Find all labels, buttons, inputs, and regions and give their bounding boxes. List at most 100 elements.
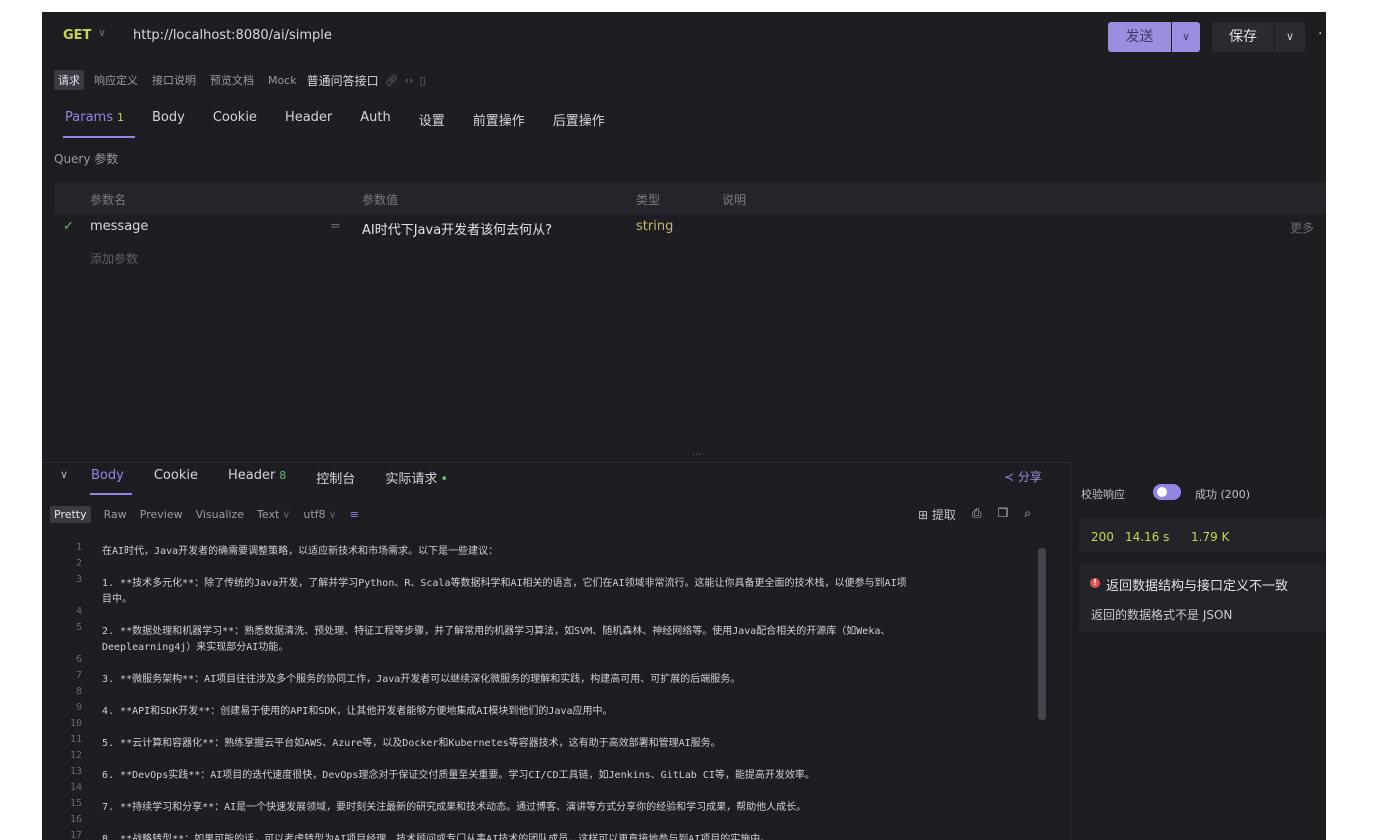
doc-tab-preview-doc[interactable]: 预览文档 <box>206 70 258 90</box>
code-line: 9 4. **API和SDK开发**：创建易于使用的API和SDK，让其他开发者能… <box>54 702 613 718</box>
line-number: 8 <box>75 686 82 697</box>
send-options-chevron-icon[interactable]: ∨ <box>1172 22 1200 52</box>
tab-cookie[interactable]: Cookie <box>213 110 257 129</box>
word-wrap-icon[interactable]: ≡ <box>350 508 359 521</box>
params-table-header: 参数名 参数值 类型 说明 <box>54 182 1326 214</box>
param-value-field[interactable]: AI时代下Java开发者该何去何从? <box>362 219 552 238</box>
code-line: 16 <box>54 814 102 830</box>
tab-header[interactable]: Header <box>285 110 332 129</box>
response-time: 14.16 s <box>1125 530 1170 544</box>
save-button[interactable]: 保存 <box>1212 22 1274 52</box>
toggle-knob <box>1157 487 1167 497</box>
error-icon: ! <box>1090 578 1100 588</box>
line-number: 15 <box>69 798 82 809</box>
param-type-select[interactable]: string <box>636 219 673 234</box>
format-type-select[interactable]: Text ∨ <box>257 508 290 521</box>
code-line: 17 8. **战略转型**：如果可能的话，可以考虑转型为AI项目经理、技术顾问或… <box>54 830 770 840</box>
response-actions: ⊞ 提取 ⎙ ❐ ⌕ <box>918 506 1031 523</box>
code-line: 4 <box>54 606 102 622</box>
resp-tab-header-label: Header <box>227 468 276 483</box>
status-code: 200 <box>1091 530 1114 544</box>
panel-icon[interactable]: ▯ <box>419 74 425 87</box>
extract-button[interactable]: ⊞ 提取 <box>918 506 956 523</box>
search-icon[interactable]: ⌕ <box>1024 506 1031 523</box>
table-row: ✓ message = AI时代下Java开发者该何去何从? string 更多 <box>54 214 1326 242</box>
tab-auth[interactable]: Auth <box>360 110 390 129</box>
col-param-desc: 说明 <box>722 193 747 207</box>
tab-params-label: Params <box>65 110 113 125</box>
resp-tab-console[interactable]: 控制台 <box>316 468 355 487</box>
error-title: 返回数据结构与接口定义不一致 <box>1106 579 1289 594</box>
response-body-viewer[interactable]: 1 在AI时代，Java开发者的确需要调整策略，以适应新技术和市场需求。以下是一些… <box>54 536 1046 840</box>
format-visualize[interactable]: Visualize <box>196 508 244 521</box>
doc-tab-mock[interactable]: Mock <box>264 72 301 89</box>
code-line: 7 3. **微服务架构**：AI项目往往涉及多个服务的协同工作，Java开发者可… <box>54 670 740 686</box>
url-input[interactable]: http://localhost:8080/ai/simple <box>133 28 332 43</box>
line-number <box>54 638 82 654</box>
encoding-select[interactable]: utf8 ∨ <box>303 508 336 521</box>
code-line: Deeplearning4j）来实现部分AI功能。 <box>54 638 288 654</box>
save-options-chevron-icon[interactable]: ∨ <box>1275 22 1305 52</box>
active-tab-indicator <box>63 136 135 138</box>
doc-tab-response-def[interactable]: 响应定义 <box>90 70 142 90</box>
line-text: 在AI时代，Java开发者的确需要调整策略，以适应新技术和市场需求。以下是一些建… <box>102 546 499 557</box>
format-raw[interactable]: Raw <box>104 508 127 521</box>
method-select[interactable]: GET <box>63 28 91 43</box>
resp-tab-body[interactable]: Body <box>91 468 124 487</box>
validation-panel: 校验响应 成功 (200) 200 14.16 s 1.79 K ! 返回数据结… <box>1070 462 1326 840</box>
line-text: 8. **战略转型**：如果可能的话，可以考虑转型为AI项目经理、技术顾问或专门… <box>102 834 771 840</box>
copy-icon[interactable]: ❐ <box>998 506 1009 523</box>
chevron-down-icon[interactable]: ∨ <box>98 26 106 39</box>
save-response-icon[interactable]: ⎙ <box>972 506 982 523</box>
add-param-input[interactable]: 添加参数 <box>90 250 138 267</box>
doc-tab-request[interactable]: 请求 <box>54 70 84 90</box>
tab-body[interactable]: Body <box>152 110 185 129</box>
code-line: 6 <box>54 654 102 670</box>
link-icon[interactable]: 🔗︎ <box>385 74 399 87</box>
format-type-label: Text <box>257 508 280 521</box>
doc-tab-api-desc[interactable]: 接口说明 <box>148 70 200 90</box>
validation-error-box: ! 返回数据结构与接口定义不一致 返回的数据格式不是 JSON <box>1079 564 1326 632</box>
share-icon: ≺ <box>1004 470 1018 484</box>
line-text: 2. **数据处理和机器学习**：熟悉数据清洗、预处理、特征工程等步骤，并了解常… <box>102 626 891 637</box>
checkbox-checked-icon[interactable]: ✓ <box>63 219 74 234</box>
error-description: 返回的数据格式不是 JSON <box>1091 608 1233 622</box>
resp-tab-header[interactable]: Header 8 <box>228 468 286 487</box>
tab-pre-actions[interactable]: 前置操作 <box>473 110 525 129</box>
format-preview[interactable]: Preview <box>140 508 183 521</box>
param-more-link[interactable]: 更多 <box>1290 219 1314 236</box>
line-number: 16 <box>69 814 82 825</box>
params-count-badge: 1 <box>116 111 124 124</box>
tab-params[interactable]: Params 1 <box>65 110 124 129</box>
header-count-badge: 8 <box>279 469 287 482</box>
code-line: 1 在AI时代，Java开发者的确需要调整策略，以适应新技术和市场需求。以下是一些… <box>54 542 498 558</box>
more-icon[interactable]: · <box>1318 26 1322 42</box>
line-number: 1 <box>75 542 82 553</box>
send-button[interactable]: 发送 <box>1108 22 1171 52</box>
resp-tab-cookie[interactable]: Cookie <box>154 468 198 487</box>
scrollbar[interactable] <box>1038 548 1046 720</box>
response-size: 1.79 K <box>1191 530 1230 544</box>
code-icon[interactable]: ‹› <box>405 74 414 87</box>
resp-tab-actual-request[interactable]: 实际请求 • <box>385 468 448 487</box>
code-line: 12 <box>54 750 102 766</box>
active-resp-tab-indicator <box>90 493 132 495</box>
verify-response-label: 校验响应 <box>1081 488 1125 501</box>
line-number: 6 <box>75 654 82 665</box>
line-number: 4 <box>75 606 82 617</box>
drag-handle-icon[interactable]: ··· <box>692 450 702 461</box>
verify-result-select[interactable]: 成功 (200) <box>1195 486 1250 502</box>
code-line: 8 <box>54 686 102 702</box>
line-number: 3 <box>75 574 82 585</box>
line-number: 5 <box>75 622 82 633</box>
code-line: 5 2. **数据处理和机器学习**：熟悉数据清洗、预处理、特征工程等步骤，并了解… <box>54 622 890 638</box>
line-text: 6. **DevOps实践**：AI项目的迭代速度很快，DevOps理念对于保证… <box>102 770 815 781</box>
format-pretty[interactable]: Pretty <box>50 506 91 523</box>
tab-settings[interactable]: 设置 <box>419 110 445 129</box>
tab-post-actions[interactable]: 后置操作 <box>553 110 605 129</box>
api-title[interactable]: 普通问答接口 <box>307 72 379 89</box>
line-number: 7 <box>75 670 82 681</box>
param-name-field[interactable]: message <box>90 219 148 234</box>
collapse-chevron-icon[interactable]: ∨ <box>60 468 68 481</box>
share-button[interactable]: ≺ 分享 <box>1004 468 1042 485</box>
